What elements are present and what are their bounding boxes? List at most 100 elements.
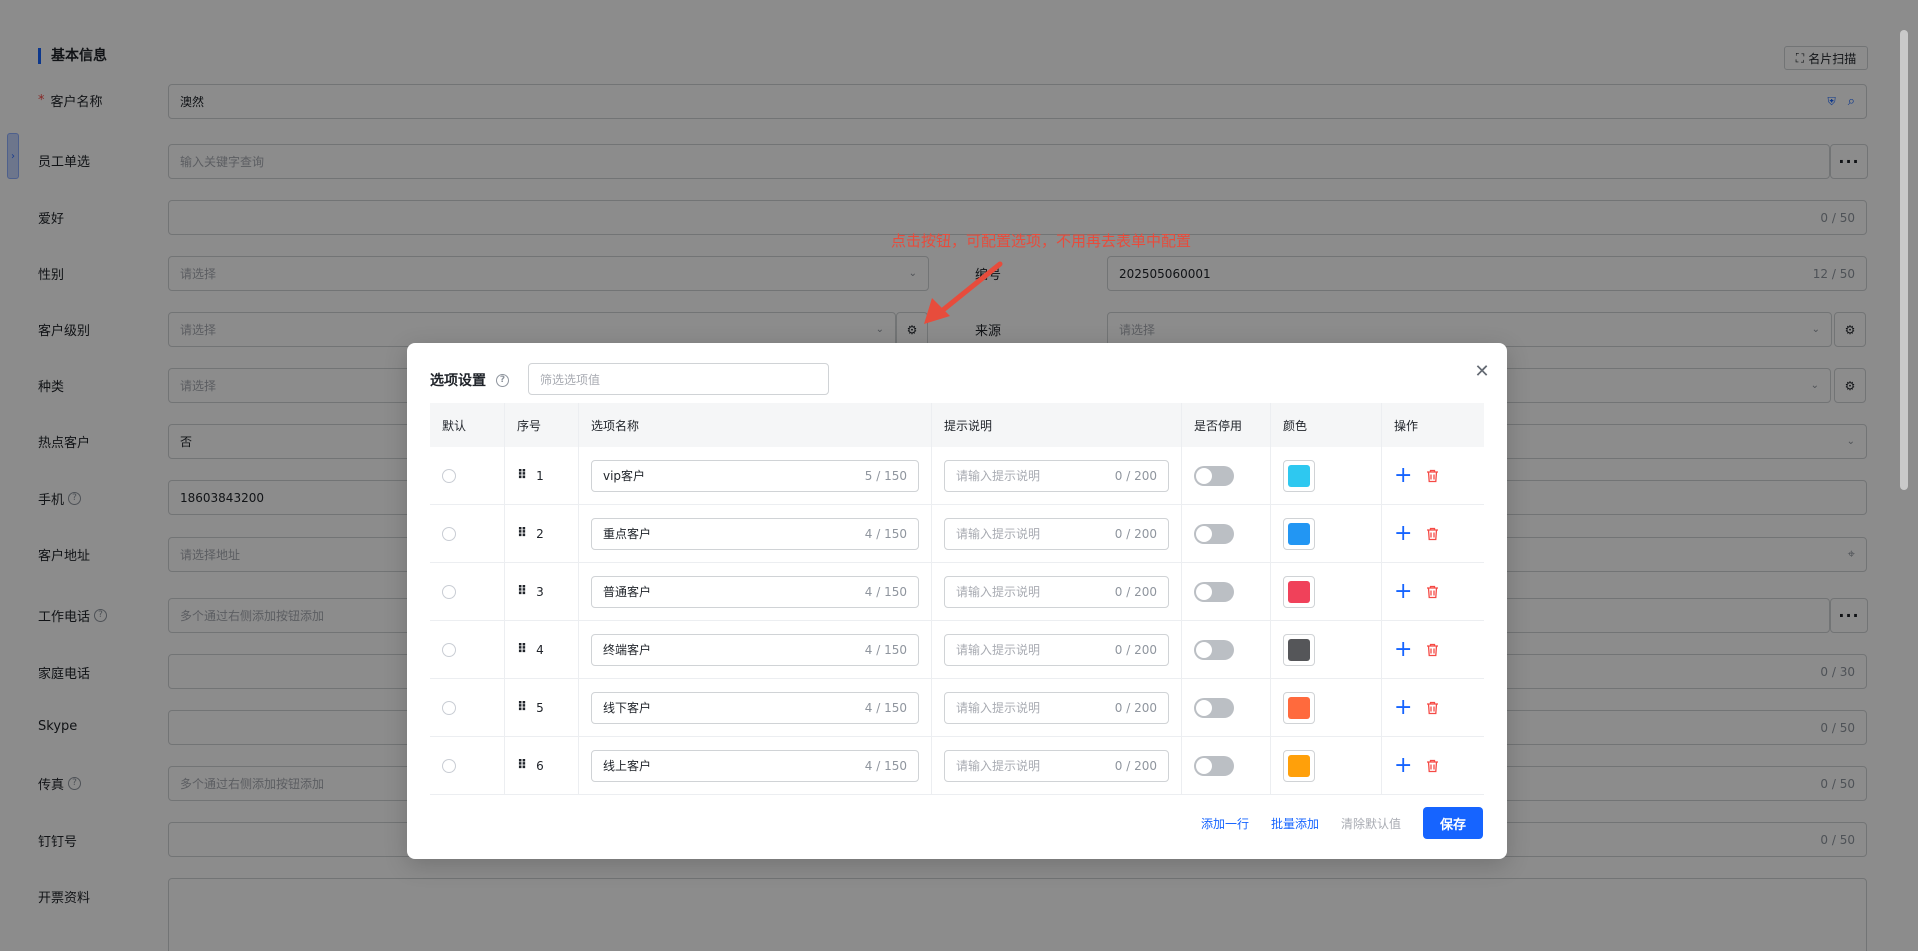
- tip-input[interactable]: 请输入提示说明 0 / 200: [944, 517, 1169, 550]
- name-cell: vip客户 5 / 150: [579, 447, 932, 504]
- disable-toggle[interactable]: [1194, 465, 1234, 486]
- disable-toggle[interactable]: [1194, 523, 1234, 544]
- option-name-value: vip客户: [603, 469, 646, 483]
- delete-icon[interactable]: [1426, 527, 1439, 541]
- color-swatch: [1288, 696, 1310, 719]
- tip-placeholder: 请输入提示说明: [956, 759, 1041, 773]
- tip-cell: 请输入提示说明 0 / 200: [932, 621, 1182, 678]
- option-name-value: 普通客户: [603, 585, 652, 599]
- seq-cell: ⠿ 1: [505, 447, 579, 504]
- clear-default-button[interactable]: 清除默认值: [1341, 815, 1401, 832]
- color-swatch: [1288, 580, 1310, 603]
- option-name-input[interactable]: 线上客户 4 / 150: [591, 749, 919, 782]
- seq-cell: ⠿ 5: [505, 679, 579, 736]
- option-name-input[interactable]: 普通客户 4 / 150: [591, 575, 919, 608]
- tip-count: 0 / 200: [1114, 758, 1157, 773]
- default-cell: [430, 447, 505, 504]
- option-name-input[interactable]: 终端客户 4 / 150: [591, 633, 919, 666]
- add-icon[interactable]: +: [1394, 464, 1412, 487]
- name-cell: 重点客户 4 / 150: [579, 505, 932, 562]
- default-radio[interactable]: [442, 584, 456, 599]
- tip-input[interactable]: 请输入提示说明 0 / 200: [944, 749, 1169, 782]
- drag-handle-icon[interactable]: ⠿: [517, 468, 527, 483]
- name-cell: 线下客户 4 / 150: [579, 679, 932, 736]
- option-name-input[interactable]: 重点客户 4 / 150: [591, 517, 919, 550]
- delete-icon[interactable]: [1426, 469, 1439, 483]
- option-name-count: 4 / 150: [864, 758, 907, 773]
- header-seq: 序号: [505, 403, 579, 447]
- add-icon[interactable]: +: [1394, 580, 1412, 603]
- actions-cell: +: [1382, 447, 1484, 504]
- seq-cell: ⠿ 2: [505, 505, 579, 562]
- default-radio[interactable]: [442, 468, 456, 483]
- table-row: ⠿ 4 终端客户 4 / 150 请输入提示说明 0 / 200 +: [430, 621, 1484, 679]
- color-cell: [1271, 737, 1382, 794]
- tip-count: 0 / 200: [1114, 700, 1157, 715]
- drag-handle-icon[interactable]: ⠿: [517, 700, 527, 715]
- color-cell: [1271, 505, 1382, 562]
- default-radio[interactable]: [442, 700, 456, 715]
- add-icon[interactable]: +: [1394, 638, 1412, 661]
- disable-toggle[interactable]: [1194, 755, 1234, 776]
- add-icon[interactable]: +: [1394, 754, 1412, 777]
- actions-cell: +: [1382, 679, 1484, 736]
- tip-count: 0 / 200: [1114, 642, 1157, 657]
- table-row: ⠿ 1 vip客户 5 / 150 请输入提示说明 0 / 200 +: [430, 447, 1484, 505]
- tip-cell: 请输入提示说明 0 / 200: [932, 679, 1182, 736]
- color-picker[interactable]: [1283, 575, 1315, 608]
- drag-handle-icon[interactable]: ⠿: [517, 526, 527, 541]
- delete-icon[interactable]: [1426, 643, 1439, 657]
- color-cell: [1271, 447, 1382, 504]
- drag-handle-icon[interactable]: ⠿: [517, 758, 527, 773]
- default-radio[interactable]: [442, 758, 456, 773]
- tip-input[interactable]: 请输入提示说明 0 / 200: [944, 691, 1169, 724]
- page-scrollbar[interactable]: [1900, 30, 1908, 490]
- option-name-count: 4 / 150: [864, 642, 907, 657]
- option-settings-dialog: 选项设置 ? 筛选选项值 ✕ 默认 序号 选项名称 提示说明 是否停用 颜色 操…: [407, 343, 1507, 859]
- default-radio[interactable]: [442, 526, 456, 541]
- save-button[interactable]: 保存: [1423, 807, 1483, 839]
- batch-add-button[interactable]: 批量添加: [1271, 815, 1319, 832]
- option-filter-input[interactable]: 筛选选项值: [528, 363, 829, 395]
- default-cell: [430, 737, 505, 794]
- tip-input[interactable]: 请输入提示说明 0 / 200: [944, 575, 1169, 608]
- option-name-input[interactable]: 线下客户 4 / 150: [591, 691, 919, 724]
- header-default: 默认: [430, 403, 505, 447]
- default-radio[interactable]: [442, 642, 456, 657]
- dialog-title-text: 选项设置: [430, 373, 486, 389]
- tip-input[interactable]: 请输入提示说明 0 / 200: [944, 633, 1169, 666]
- disable-toggle[interactable]: [1194, 639, 1234, 660]
- add-icon[interactable]: +: [1394, 522, 1412, 545]
- option-name-input[interactable]: vip客户 5 / 150: [591, 459, 919, 492]
- table-row: ⠿ 6 线上客户 4 / 150 请输入提示说明 0 / 200 +: [430, 737, 1484, 795]
- help-icon[interactable]: ?: [496, 373, 509, 387]
- seq-cell: ⠿ 6: [505, 737, 579, 794]
- actions-cell: +: [1382, 505, 1484, 562]
- add-row-button[interactable]: 添加一行: [1201, 815, 1249, 832]
- add-icon[interactable]: +: [1394, 696, 1412, 719]
- option-name-value: 终端客户: [603, 643, 652, 657]
- drag-handle-icon[interactable]: ⠿: [517, 584, 527, 599]
- delete-icon[interactable]: [1426, 759, 1439, 773]
- disable-toggle[interactable]: [1194, 697, 1234, 718]
- default-cell: [430, 505, 505, 562]
- tip-input[interactable]: 请输入提示说明 0 / 200: [944, 459, 1169, 492]
- delete-icon[interactable]: [1426, 701, 1439, 715]
- seq-number: 2: [536, 526, 544, 541]
- disable-toggle[interactable]: [1194, 581, 1234, 602]
- color-picker[interactable]: [1283, 691, 1315, 724]
- color-swatch: [1288, 464, 1310, 487]
- table-row: ⠿ 5 线下客户 4 / 150 请输入提示说明 0 / 200 +: [430, 679, 1484, 737]
- drag-handle-icon[interactable]: ⠿: [517, 642, 527, 657]
- color-picker[interactable]: [1283, 517, 1315, 550]
- color-picker[interactable]: [1283, 459, 1315, 492]
- color-picker[interactable]: [1283, 749, 1315, 782]
- header-color: 颜色: [1271, 403, 1382, 447]
- disabled-cell: [1182, 679, 1271, 736]
- header-tip: 提示说明: [932, 403, 1182, 447]
- color-picker[interactable]: [1283, 633, 1315, 666]
- header-name: 选项名称: [579, 403, 932, 447]
- tip-count: 0 / 200: [1114, 584, 1157, 599]
- delete-icon[interactable]: [1426, 585, 1439, 599]
- close-icon[interactable]: ✕: [1470, 359, 1494, 383]
